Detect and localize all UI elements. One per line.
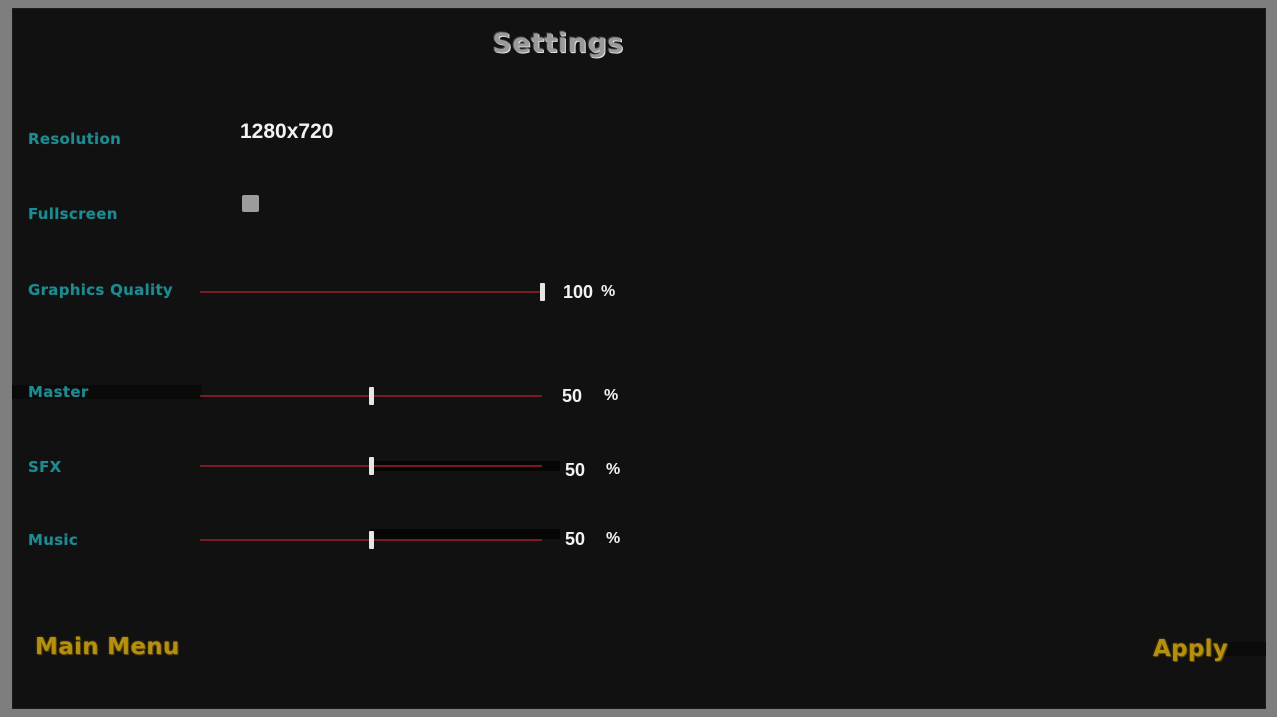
- graphics-quality-unit: %: [601, 283, 616, 300]
- slider-handle[interactable]: [369, 457, 374, 475]
- resolution-value[interactable]: 1280x720: [240, 120, 333, 144]
- music-volume-value: 50: [564, 529, 585, 549]
- sfx-volume-unit: %: [606, 461, 621, 478]
- main-menu-button[interactable]: Main Menu: [35, 634, 180, 660]
- master-label: Master: [28, 383, 89, 401]
- graphics-quality-label: Graphics Quality: [28, 281, 174, 299]
- slider-handle[interactable]: [369, 387, 374, 405]
- slider-track: [200, 291, 542, 293]
- master-volume-unit: %: [604, 387, 619, 404]
- page-title: Settings: [492, 28, 624, 59]
- music-label: Music: [28, 531, 79, 549]
- slider-handle[interactable]: [369, 531, 374, 549]
- music-volume-unit: %: [606, 530, 621, 547]
- slider-track-shade: [370, 529, 560, 539]
- fullscreen-checkbox[interactable]: [242, 195, 259, 212]
- graphics-quality-slider[interactable]: [200, 279, 545, 305]
- sfx-volume-slider[interactable]: [200, 453, 560, 479]
- graphics-quality-value: 100: [562, 282, 593, 302]
- master-volume-slider[interactable]: [200, 383, 542, 409]
- apply-button-shade: [1222, 642, 1266, 656]
- fullscreen-label: Fullscreen: [28, 205, 118, 223]
- master-volume-value: 50: [561, 386, 582, 406]
- settings-panel: [12, 8, 1266, 709]
- apply-button[interactable]: Apply: [1153, 636, 1228, 662]
- sfx-label: SFX: [28, 458, 62, 476]
- sfx-volume-value: 50: [564, 460, 585, 480]
- resolution-label: Resolution: [28, 130, 122, 148]
- music-volume-slider[interactable]: [200, 527, 560, 553]
